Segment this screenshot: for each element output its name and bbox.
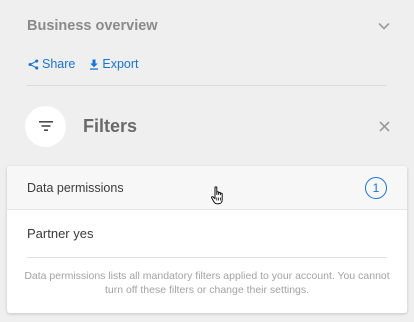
data-permissions-label: Data permissions <box>27 180 124 195</box>
section-title: Business overview <box>27 18 158 34</box>
filter-icon <box>25 105 66 147</box>
data-permissions-count-badge: 1 <box>365 176 387 199</box>
export-button[interactable]: Export <box>89 57 139 71</box>
share-button[interactable]: Share <box>28 57 75 71</box>
data-permissions-toggle[interactable]: Data permissions 1 <box>7 166 407 210</box>
filters-header: Filters <box>25 105 393 147</box>
share-icon <box>28 58 39 70</box>
data-permissions-card: Data permissions 1 Partner yes Data perm… <box>7 166 407 313</box>
section-header[interactable]: Business overview <box>27 16 391 36</box>
section-divider <box>27 85 386 86</box>
card-divider <box>27 257 387 258</box>
data-permissions-note: Data permissions lists all mandatory fil… <box>24 270 390 296</box>
close-icon[interactable] <box>377 119 391 133</box>
permission-item: Partner yes <box>27 226 94 241</box>
action-bar: Share Export <box>28 55 139 73</box>
page: Business overview Share Export Filters D… <box>0 0 414 322</box>
export-label: Export <box>102 57 139 71</box>
download-icon <box>89 59 99 70</box>
filters-title: Filters <box>83 115 138 136</box>
chevron-down-icon[interactable] <box>377 19 391 33</box>
share-label: Share <box>42 57 76 71</box>
